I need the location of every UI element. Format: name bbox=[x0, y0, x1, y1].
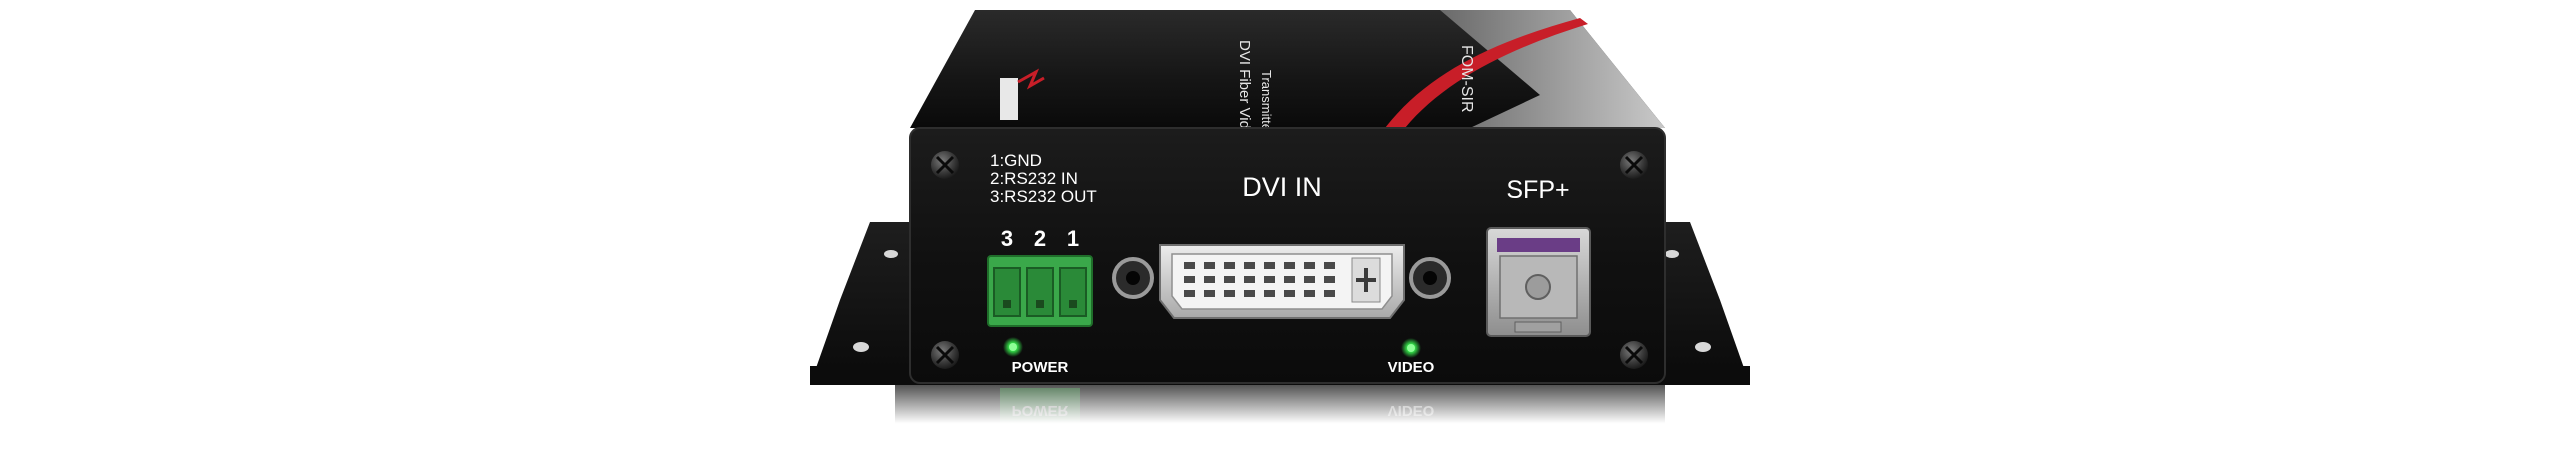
dvi-pin bbox=[1184, 262, 1195, 269]
dvi-pin bbox=[1244, 276, 1255, 283]
dvi-pin bbox=[1224, 262, 1235, 269]
dvi-pin bbox=[1204, 290, 1215, 297]
dvi-pin bbox=[1204, 262, 1215, 269]
dvi-pin bbox=[1324, 262, 1335, 269]
dvi-pin bbox=[1324, 276, 1335, 283]
dvi-pin bbox=[1324, 290, 1335, 297]
device-photo: POWER VIDEO DVI Fiber Video Optical Conv… bbox=[810, 10, 1750, 459]
dvi-pin bbox=[1244, 290, 1255, 297]
dvi-pin bbox=[1304, 262, 1315, 269]
terminal-number: 2 bbox=[1034, 226, 1046, 251]
pin-legend-line: 3:RS232 OUT bbox=[990, 187, 1097, 206]
dvi-pin bbox=[1264, 290, 1275, 297]
screw-icon bbox=[931, 341, 959, 369]
flange-hole bbox=[884, 250, 898, 258]
dvi-pin bbox=[1224, 290, 1235, 297]
dvi-pin bbox=[1304, 290, 1315, 297]
terminal-number: 3 bbox=[1001, 226, 1013, 251]
sfp-plus-port[interactable] bbox=[1486, 227, 1591, 337]
screw-icon bbox=[1620, 341, 1648, 369]
dvi-pin bbox=[1304, 276, 1315, 283]
reflection: POWER VIDEO bbox=[880, 380, 1680, 459]
dvi-pin bbox=[1284, 290, 1295, 297]
dvi-pin bbox=[1284, 262, 1295, 269]
reflection-fade bbox=[880, 380, 1680, 459]
dvi-pin bbox=[1204, 276, 1215, 283]
flange-hole bbox=[1665, 250, 1679, 258]
pin-legend-line: 2:RS232 IN bbox=[990, 169, 1078, 188]
flange-hole bbox=[853, 342, 869, 352]
rs232-terminal-block[interactable] bbox=[987, 255, 1093, 327]
dvi-port-label: DVI IN bbox=[1242, 172, 1322, 202]
terminal-number: 1 bbox=[1067, 226, 1079, 251]
video-led-label: VIDEO bbox=[1388, 359, 1435, 376]
power-led-indicator bbox=[1003, 337, 1023, 357]
screw-icon bbox=[931, 151, 959, 179]
logo-mark bbox=[1000, 78, 1018, 120]
sfp-port-label: SFP+ bbox=[1506, 176, 1569, 204]
top-model-label: FOM-SIR bbox=[1458, 45, 1475, 113]
pin-legend-line: 1:GND bbox=[990, 151, 1042, 170]
video-led-indicator bbox=[1401, 338, 1421, 358]
front-panel: 1:GND 2:RS232 IN 3:RS232 OUT 3 2 1 DVI I… bbox=[909, 127, 1666, 384]
power-led-label: POWER bbox=[1012, 359, 1069, 376]
dvi-pin bbox=[1184, 290, 1195, 297]
top-role-label: Transmitter bbox=[1259, 70, 1274, 136]
dvi-pin bbox=[1244, 262, 1255, 269]
dvi-pin bbox=[1264, 276, 1275, 283]
dvi-pin bbox=[1184, 276, 1195, 283]
dvi-pin bbox=[1284, 276, 1295, 283]
flange-left bbox=[810, 222, 910, 385]
dvi-pin bbox=[1264, 262, 1275, 269]
dvi-in-port[interactable] bbox=[1112, 244, 1451, 319]
screw-icon bbox=[1620, 151, 1648, 179]
flange-hole bbox=[1695, 342, 1711, 352]
dvi-pin bbox=[1224, 276, 1235, 283]
